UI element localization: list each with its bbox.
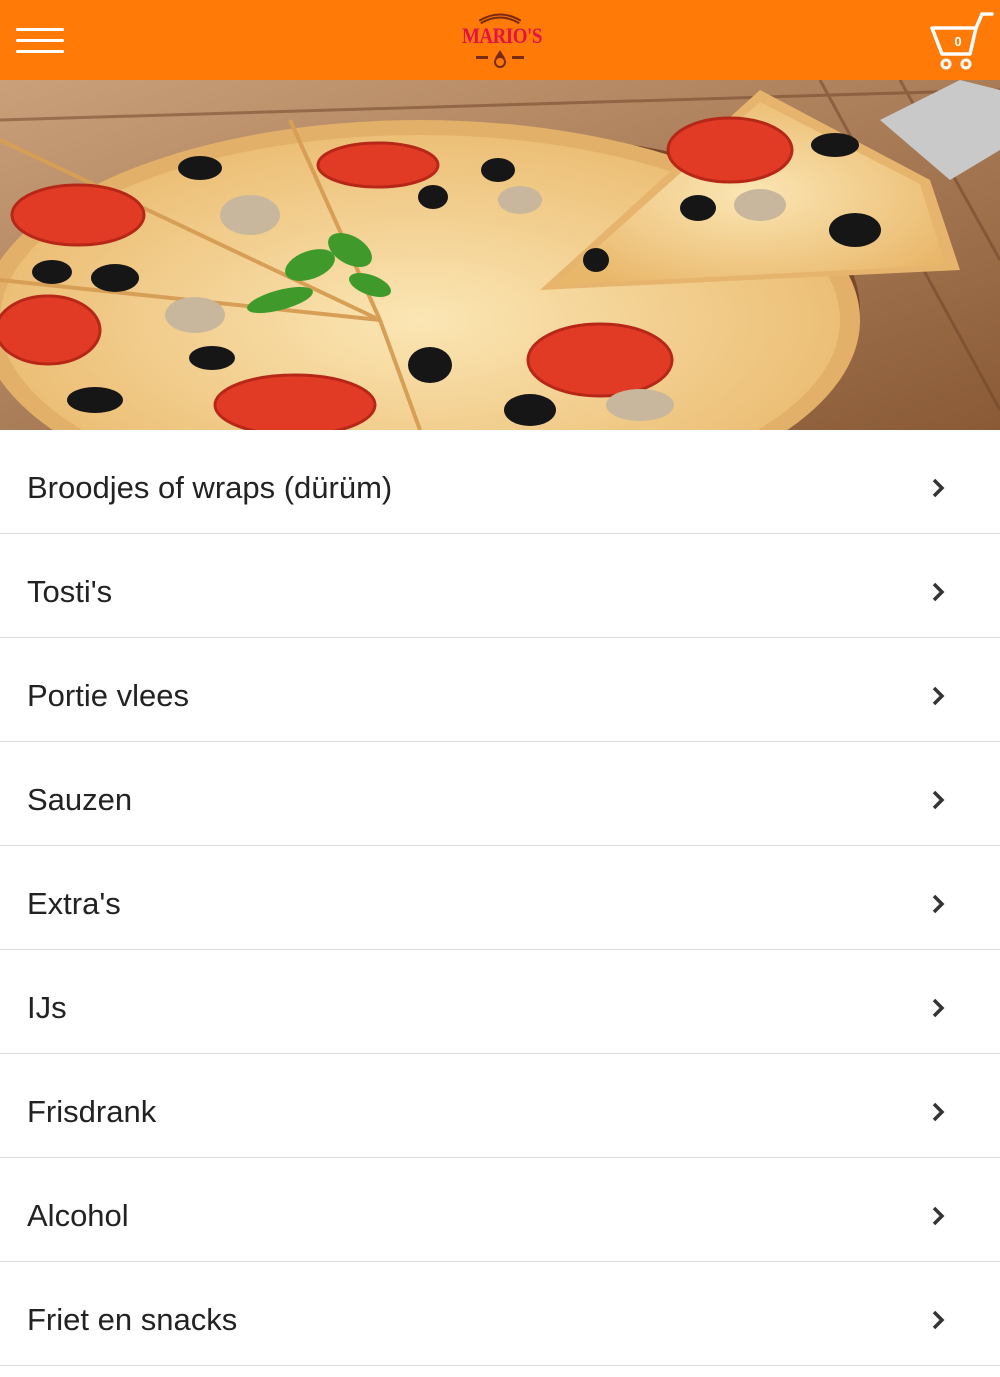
category-item-alcohol[interactable]: Alcohol	[0, 1158, 1000, 1262]
chevron-right-icon	[932, 998, 945, 1018]
chevron-right-icon	[932, 1102, 945, 1122]
chevron-right-icon	[932, 1310, 945, 1330]
chevron-right-icon	[932, 790, 945, 810]
category-label: Extra's	[27, 886, 121, 921]
hamburger-line	[16, 39, 64, 42]
category-item-tostis[interactable]: Tosti's	[0, 534, 1000, 638]
chevron-right-icon	[932, 894, 945, 914]
category-item-frisdrank[interactable]: Frisdrank	[0, 1054, 1000, 1158]
category-label: IJs	[27, 990, 67, 1025]
chevron-right-icon	[932, 686, 945, 706]
pizza-photo-icon	[0, 80, 1000, 430]
category-list: Broodjes of wraps (dürüm) Tosti's Portie…	[0, 430, 1000, 1366]
shopping-cart-icon[interactable]: 0	[930, 12, 994, 72]
chevron-right-icon	[932, 478, 945, 498]
category-label: Friet en snacks	[27, 1302, 238, 1337]
category-label: Alcohol	[27, 1198, 129, 1233]
category-item-sauzen[interactable]: Sauzen	[0, 742, 1000, 846]
chevron-right-icon	[932, 1206, 945, 1226]
hero-pizza-image	[0, 80, 1000, 430]
category-item-extras[interactable]: Extra's	[0, 846, 1000, 950]
category-item-portie-vlees[interactable]: Portie vlees	[0, 638, 1000, 742]
category-label: Sauzen	[27, 782, 133, 817]
category-label: Portie vlees	[27, 678, 189, 713]
logo-text: MARIO'S	[462, 24, 542, 49]
hamburger-line	[16, 50, 64, 53]
cart-count-badge: 0	[954, 34, 962, 49]
category-item-ijs[interactable]: IJs	[0, 950, 1000, 1054]
top-bar: MARIO'S 0	[0, 0, 1000, 80]
category-item-friet-en-snacks[interactable]: Friet en snacks	[0, 1262, 1000, 1366]
hamburger-menu-icon[interactable]	[16, 28, 64, 54]
marios-logo[interactable]: MARIO'S	[462, 8, 542, 72]
category-label: Frisdrank	[27, 1094, 157, 1129]
category-label: Tosti's	[27, 574, 113, 609]
category-label: Broodjes of wraps (dürüm)	[27, 470, 393, 505]
hamburger-line	[16, 28, 64, 31]
chevron-right-icon	[932, 582, 945, 602]
category-item-broodjes[interactable]: Broodjes of wraps (dürüm)	[0, 430, 1000, 534]
